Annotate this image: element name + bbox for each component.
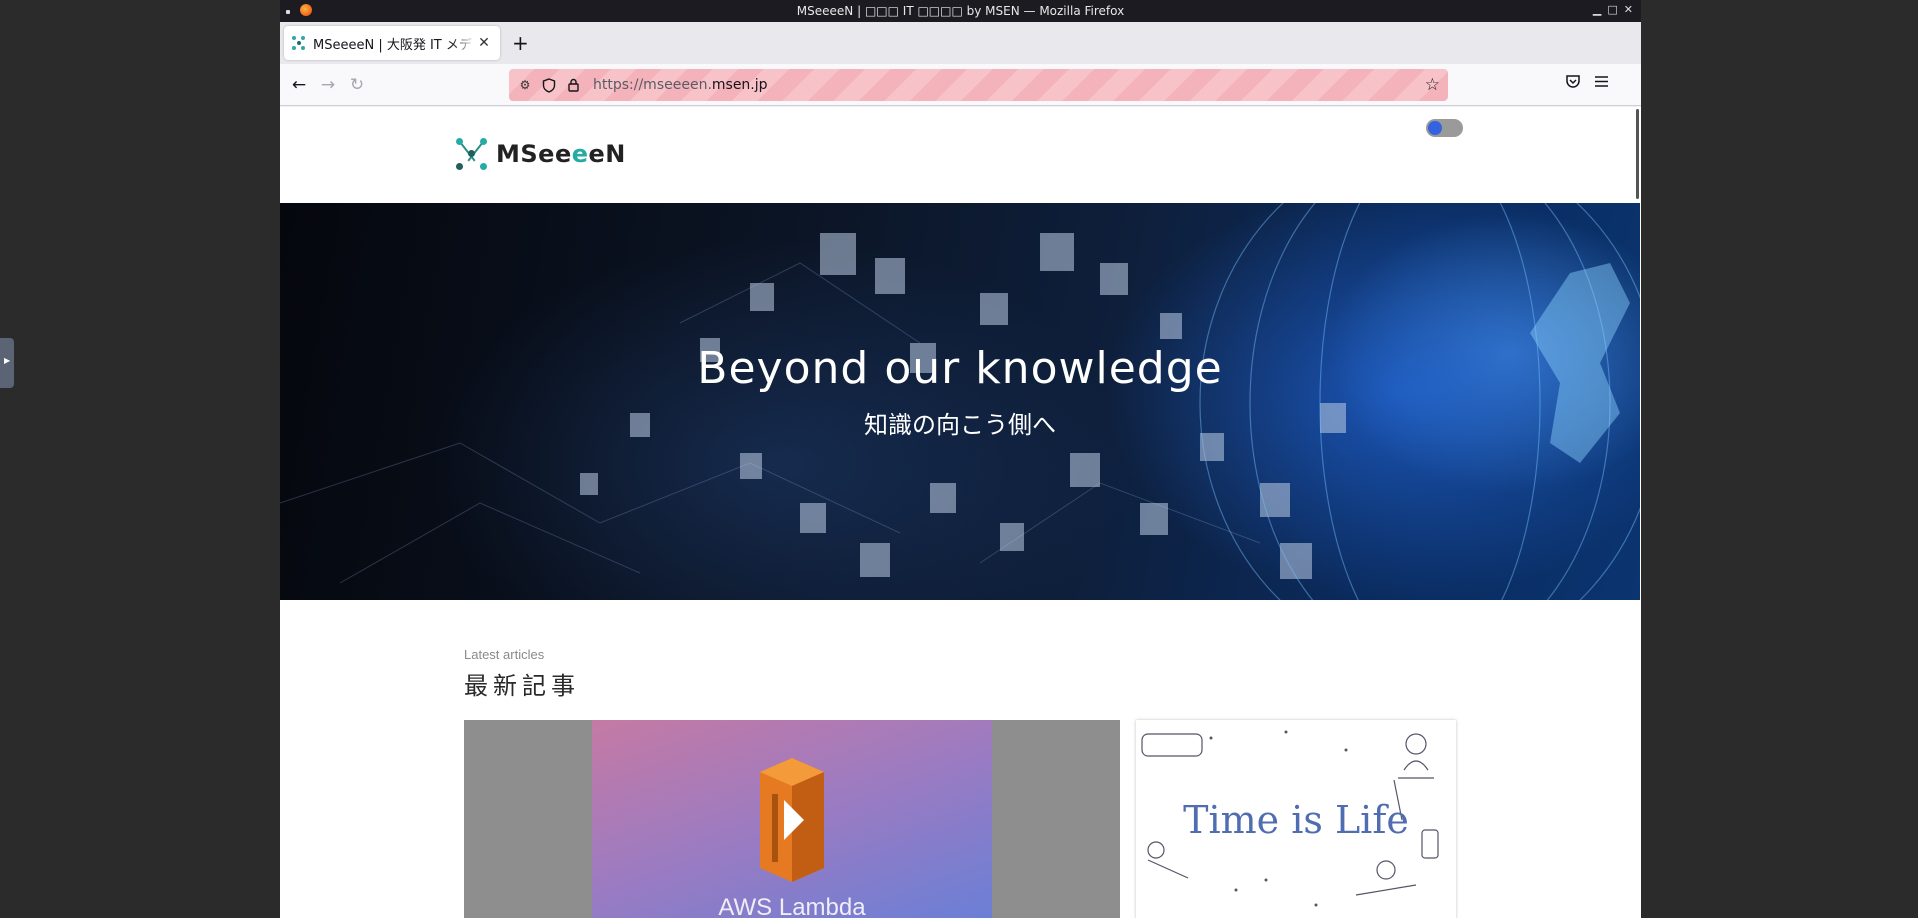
tab-close-icon[interactable]: ✕: [476, 35, 492, 51]
logo-text: MSeeeeN: [496, 140, 626, 168]
article-card-secondary[interactable]: Time is Life: [1136, 720, 1456, 918]
window-title: MSeeeeN | □□□ IT □□□□ by MSEN — Mozilla …: [796, 4, 1125, 18]
navigation-toolbar: ← → ↻ ⚙ https://mseeeen.msen.jp ☆: [280, 64, 1641, 106]
aws-lambda-icon: [760, 758, 824, 882]
browser-window: MSeeeeN | □□□ IT □□□□ by MSEN — Mozilla …: [280, 0, 1641, 918]
back-icon[interactable]: ←: [288, 74, 310, 96]
hero-title: Beyond our knowledge: [697, 343, 1223, 394]
latest-articles-heading: Latest articles 最新記事: [464, 647, 580, 701]
window-menu-icon[interactable]: [286, 9, 290, 14]
bookmark-star-icon[interactable]: ☆: [1425, 75, 1440, 95]
maximize-icon[interactable]: □: [1607, 3, 1617, 16]
hero-network-background: [280, 203, 1640, 600]
lock-icon[interactable]: [565, 77, 581, 93]
tab-title: MSeeeeN | 大阪発 IT メデ: [313, 37, 472, 53]
url-bar[interactable]: ⚙ https://mseeeen.msen.jp ☆: [509, 69, 1448, 101]
firefox-app-icon: [300, 4, 312, 16]
article-thumbnail: AWS Lambda: [592, 720, 992, 918]
logo-mark-icon: [456, 137, 488, 171]
hero-banner: Beyond our knowledge 知識の向こう側へ: [280, 203, 1640, 600]
tab-mseeeen[interactable]: MSeeeeN | 大阪発 IT メデ ✕: [284, 26, 500, 60]
minimize-icon[interactable]: ▁: [1593, 3, 1601, 16]
site-favicon-icon: [292, 36, 306, 50]
robot-icon[interactable]: ⚙: [517, 77, 533, 93]
page-scrollbar[interactable]: [1636, 109, 1639, 199]
latest-label-jp: 最新記事: [464, 672, 580, 700]
site-logo[interactable]: MSeeeeN: [456, 137, 626, 171]
page-viewport: MSeeeeN Beyond our knowledge 知識の向こう側へ La…: [280, 107, 1641, 918]
menu-icon[interactable]: [1594, 74, 1609, 92]
pocket-icon[interactable]: [1565, 74, 1581, 93]
article-card-featured[interactable]: AWS Lambda: [464, 720, 1120, 918]
forward-icon[interactable]: →: [317, 74, 339, 96]
window-controls: ▁ □ ✕: [1593, 3, 1633, 16]
theme-toggle[interactable]: [1426, 119, 1463, 137]
article-thumbnail-text: AWS Lambda: [718, 894, 866, 918]
shield-icon[interactable]: [541, 77, 557, 93]
hero-subtitle: 知識の向こう側へ: [864, 411, 1056, 439]
tab-strip: MSeeeeN | 大阪発 IT メデ ✕ +: [280, 22, 1641, 64]
window-menu: [286, 4, 312, 16]
sidebar-expand-icon: ▶: [4, 356, 11, 365]
sidebar-handle[interactable]: ▶: [0, 338, 14, 388]
new-tab-button[interactable]: +: [512, 33, 529, 53]
close-window-icon[interactable]: ✕: [1624, 3, 1633, 16]
reload-icon[interactable]: ↻: [346, 74, 368, 96]
latest-label-en: Latest articles: [464, 647, 545, 662]
site-header: MSeeeeN: [280, 107, 1640, 203]
article-thumbnail-text: Time is Life: [1183, 798, 1409, 842]
url-text[interactable]: https://mseeeen.msen.jp: [593, 77, 768, 93]
toggle-knob: [1428, 121, 1442, 135]
window-titlebar: MSeeeeN | □□□ IT □□□□ by MSEN — Mozilla …: [280, 0, 1641, 22]
